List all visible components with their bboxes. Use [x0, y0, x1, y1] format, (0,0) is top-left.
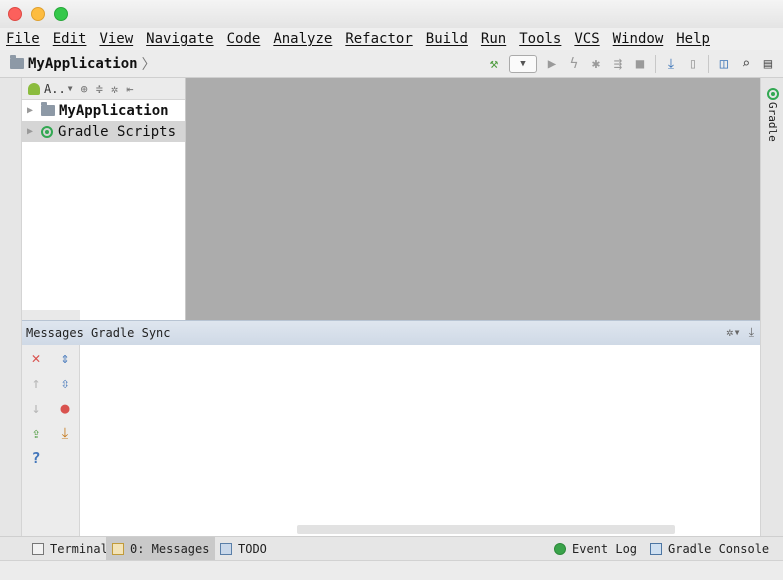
breadcrumb[interactable]: MyApplication 〉 — [10, 54, 156, 74]
chevron-down-icon: ▼ — [520, 59, 526, 69]
sdk-manager-icon[interactable]: ▤ — [757, 53, 779, 75]
tab-label: 0: Messages — [130, 541, 210, 556]
project-panel-toolbar: A.. ▼ ⊕ ≑ ✲ ⇤ — [22, 78, 185, 100]
project-view-selector[interactable]: A.. — [44, 82, 66, 96]
folder-icon — [41, 102, 55, 116]
project-tool-window: A.. ▼ ⊕ ≑ ✲ ⇤ ▶ MyApplication ▶ Gradle S… — [22, 78, 186, 320]
sync-gradle-icon[interactable]: ⤓ — [660, 53, 682, 75]
messages-icon — [112, 542, 124, 555]
menu-file[interactable]: File — [6, 31, 40, 47]
previous-message-icon[interactable]: ↑ — [27, 374, 45, 392]
run-icon[interactable]: ▶ — [541, 53, 563, 75]
expand-arrow-icon[interactable]: ▶ — [27, 105, 41, 116]
gear-icon[interactable]: ✲ — [111, 82, 118, 96]
todo-icon — [220, 542, 232, 555]
menu-tools[interactable]: Tools — [519, 31, 561, 47]
tab-label: Gradle Console — [668, 541, 770, 556]
messages-panel-header: Messages Gradle Sync ✲▾ ⤓ — [22, 321, 760, 345]
breadcrumb-project[interactable]: MyApplication — [28, 56, 138, 72]
make-project-hammer-icon[interactable]: ⚒ — [483, 53, 505, 75]
messages-content — [80, 345, 760, 536]
menu-window[interactable]: Window — [613, 31, 664, 47]
scroll-from-source-icon[interactable]: ⊕ — [81, 82, 88, 96]
export-icon[interactable]: ⇪ — [27, 424, 45, 442]
minimize-window-button[interactable] — [31, 7, 45, 21]
event-log-icon — [554, 542, 566, 555]
menu-vcs[interactable]: VCS — [574, 31, 599, 47]
hide-panel-icon[interactable]: ⇤ — [126, 82, 133, 96]
warnings-toggle-icon[interactable]: ● — [56, 399, 74, 417]
menu-refactor[interactable]: Refactor — [345, 31, 412, 47]
tab-gradle-console[interactable]: Gradle Console — [644, 537, 775, 560]
horizontal-scrollbar[interactable] — [297, 525, 675, 534]
tab-event-log[interactable]: Event Log — [548, 537, 643, 560]
tab-todo[interactable]: TODO — [214, 537, 273, 560]
messages-toolstrip: ✕ ⇕ ↑ ⇳ ↓ ● ⇪ ⤓ ? — [22, 345, 80, 537]
tree-item-label: MyApplication — [59, 102, 169, 119]
tree-item-label: Gradle Scripts — [58, 123, 177, 140]
close-window-button[interactable] — [8, 7, 22, 21]
search-icon[interactable]: ⌕ — [735, 53, 757, 75]
breadcrumb-separator: 〉 — [141, 56, 156, 73]
collapse-all-icon[interactable]: ≑ — [96, 82, 103, 96]
folder-icon — [10, 55, 24, 69]
right-tool-strip: Gradle — [760, 78, 783, 536]
tab-label: Event Log — [572, 541, 638, 556]
tab-label: TODO — [238, 541, 267, 556]
expand-all-icon[interactable]: ⇕ — [56, 349, 74, 367]
maximize-window-button[interactable] — [54, 7, 68, 21]
menu-edit[interactable]: Edit — [53, 31, 87, 47]
gradle-icon — [766, 88, 779, 100]
apply-changes-icon[interactable]: ϟ — [563, 53, 585, 75]
download-icon[interactable]: ⤓ — [56, 424, 74, 442]
terminal-icon — [32, 542, 44, 555]
tab-terminal[interactable]: Terminal — [26, 537, 114, 560]
next-message-icon[interactable]: ↓ — [27, 399, 45, 417]
gradle-console-icon — [650, 542, 662, 555]
menu-code[interactable]: Code — [227, 31, 261, 47]
bottom-tool-bar: Terminal 0: Messages TODO Event Log Grad… — [0, 536, 783, 560]
attach-debugger-icon[interactable]: ⇶ — [607, 53, 629, 75]
menu-analyze[interactable]: Analyze — [273, 31, 332, 47]
avd-manager-icon[interactable]: ▯ — [682, 53, 704, 75]
window-titlebar — [0, 0, 783, 28]
expand-arrow-icon[interactable]: ▶ — [27, 126, 41, 137]
menu-run[interactable]: Run — [481, 31, 506, 47]
gear-icon[interactable]: ✲▾ — [726, 325, 740, 340]
menu-help[interactable]: Help — [676, 31, 710, 47]
left-tool-strip — [0, 78, 22, 536]
messages-panel-title: Messages Gradle Sync — [26, 326, 171, 340]
navigation-bar: MyApplication 〉 ⚒ ▼ ▶ ϟ ✱ ⇶ ■ ⤓ ▯ ◫ ⌕ ▤ — [0, 50, 783, 78]
menu-build[interactable]: Build — [426, 31, 468, 47]
editor-area — [186, 78, 760, 320]
toolbar-divider — [708, 55, 709, 73]
android-icon — [28, 82, 40, 95]
menu-bar: File Edit View Navigate Code Analyze Ref… — [0, 28, 783, 50]
menu-view[interactable]: View — [99, 31, 133, 47]
gradle-icon — [41, 125, 53, 138]
tab-messages[interactable]: 0: Messages — [106, 537, 216, 560]
tab-label: Terminal — [50, 541, 108, 556]
gradle-tool-button[interactable]: Gradle — [766, 88, 779, 142]
gradle-tool-label: Gradle — [766, 102, 779, 142]
tree-item-gradle-scripts[interactable]: ▶ Gradle Scripts — [22, 121, 185, 142]
hide-panel-icon[interactable]: ⤓ — [749, 325, 754, 340]
horizontal-scrollbar[interactable] — [22, 310, 80, 320]
menu-navigate[interactable]: Navigate — [146, 31, 213, 47]
run-config-dropdown[interactable]: ▼ — [509, 55, 537, 73]
debug-icon[interactable]: ✱ — [585, 53, 607, 75]
main-toolbar: ⚒ ▼ ▶ ϟ ✱ ⇶ ■ ⤓ ▯ ◫ ⌕ ▤ — [483, 53, 779, 75]
tree-item-myapplication[interactable]: ▶ MyApplication — [22, 100, 185, 121]
toolbar-divider — [655, 55, 656, 73]
close-icon[interactable]: ✕ — [27, 349, 45, 367]
collapse-all-icon[interactable]: ⇳ — [56, 374, 74, 392]
status-bar — [0, 560, 783, 580]
project-structure-icon[interactable]: ◫ — [713, 53, 735, 75]
stop-icon[interactable]: ■ — [629, 53, 651, 75]
chevron-down-icon: ▼ — [67, 84, 73, 93]
messages-tool-window: Messages Gradle Sync ✲▾ ⤓ ✕ ⇕ ↑ ⇳ ↓ ● ⇪ … — [22, 320, 760, 537]
help-icon[interactable]: ? — [27, 449, 45, 467]
